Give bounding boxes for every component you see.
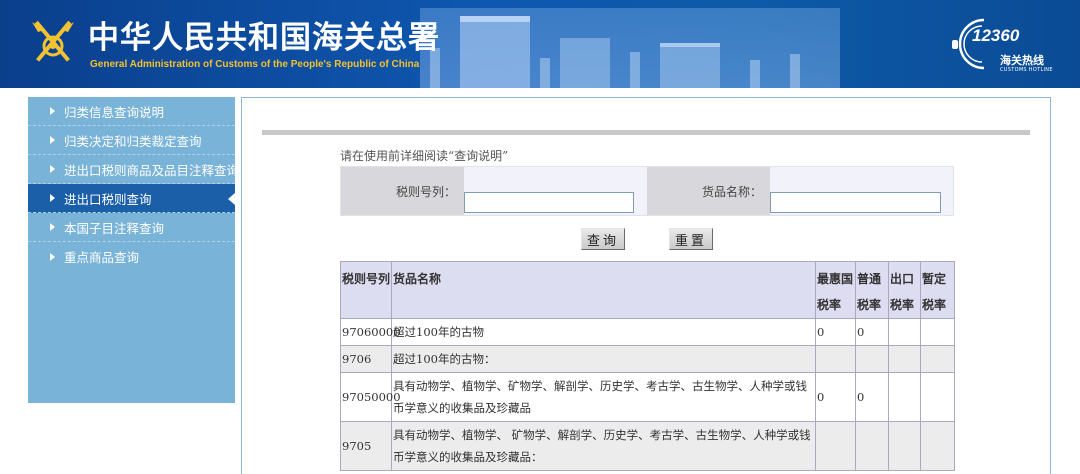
column-header-general-rate: 普通 税率 — [855, 261, 889, 319]
cell-export-rate — [888, 372, 921, 422]
cell-provisional-rate — [920, 421, 955, 471]
cell-general-rate — [855, 421, 889, 471]
column-header-export-rate: 出口 税率 — [888, 261, 921, 319]
cell-export-rate — [888, 421, 921, 471]
building-banner — [420, 8, 840, 88]
cell-provisional-rate — [920, 318, 955, 346]
table-row: 9706 超过100年的古物： — [340, 345, 955, 373]
arrow-right-icon — [50, 223, 55, 231]
arrow-right-icon — [50, 136, 55, 144]
sidebar-item-tariff-query[interactable]: 进出口税则查询 — [28, 184, 235, 213]
sidebar-item-label: 进出口税则查询 — [64, 191, 152, 207]
sidebar-item-label: 本国子目注释查询 — [64, 220, 165, 236]
cell-name: 超过100年的古物 — [391, 318, 816, 346]
cell-code: 9706 — [340, 345, 392, 373]
column-header-provisional-rate: 暂定 税率 — [920, 261, 955, 319]
divider — [262, 130, 1030, 135]
cell-mfn-rate: 0 — [815, 318, 856, 346]
column-header-code: 税则号列 — [340, 261, 392, 319]
site-title-en: General Administration of Customs of the… — [90, 59, 420, 70]
arrow-right-icon — [50, 194, 55, 202]
cell-mfn-rate — [815, 345, 856, 373]
arrow-right-icon — [50, 165, 55, 173]
customs-emblem-icon — [32, 20, 74, 62]
cell-code: 9705 — [340, 421, 392, 471]
sidebar-item-label: 归类信息查询说明 — [64, 104, 165, 120]
goods-name-input[interactable] — [770, 192, 941, 213]
cell-mfn-rate — [815, 421, 856, 471]
site-header: 中华人民共和国海关总署 General Administration of Cu… — [0, 0, 1080, 88]
cell-name: 超过100年的古物： — [391, 345, 816, 373]
table-row: 97060000 超过100年的古物 0 0 — [340, 318, 955, 346]
reset-button[interactable]: 重置 — [669, 228, 713, 250]
column-header-mfn-rate: 最惠国 税率 — [815, 261, 856, 319]
cell-general-rate: 0 — [855, 372, 889, 422]
arrow-right-icon — [50, 107, 55, 115]
cell-mfn-rate: 0 — [815, 372, 856, 422]
arrow-right-icon — [50, 252, 55, 261]
site-title: 中华人民共和国海关总署 — [88, 20, 440, 56]
main-panel: 请在使用前详细阅读“查询说明” 税则号列： 货品名称： 查询 重置 税则号列 货… — [241, 97, 1051, 474]
sidebar-nav: 归类信息查询说明 归类决定和归类裁定查询 进出口税则商品及品目注释查询 进出口税… — [28, 97, 235, 403]
hotline-number: 12360 — [972, 26, 1020, 45]
table-header-row: 税则号列 货品名称 最惠国 税率 普通 税率 出口 税率 暂定 税率 — [340, 261, 955, 319]
sidebar-item-subheading-notes[interactable]: 本国子目注释查询 — [28, 213, 235, 242]
tariff-results-table: 税则号列 货品名称 最惠国 税率 普通 税率 出口 税率 暂定 税率 97060000 … — [340, 261, 955, 471]
table-row: 9705 具有动物学、植物学、 矿物学、解剖学、历史学、考古学、古生物学、人种学… — [340, 421, 955, 471]
cell-name: 具有动物学、植物学、矿物学、解剖学、历史学、考古学、古生物学、人种学或钱币学意义… — [391, 372, 816, 422]
sidebar-item-label: 进出口税则商品及品目注释查询 — [64, 162, 235, 178]
tariff-code-input[interactable] — [464, 192, 634, 213]
sidebar-item-key-goods[interactable]: 重点商品查询 — [28, 242, 235, 271]
cell-export-rate — [888, 318, 921, 346]
table-row: 97050000 具有动物学、植物学、矿物学、解剖学、历史学、考古学、古生物学、… — [340, 372, 955, 422]
cell-code: 97050000 — [340, 372, 401, 422]
cell-general-rate — [855, 345, 889, 373]
hotline-label: 海关热线 — [1000, 54, 1044, 67]
sidebar-item-label: 归类决定和归类裁定查询 — [64, 133, 202, 149]
tariff-code-label: 税则号列： — [341, 167, 464, 215]
instruction-text: 请在使用前详细阅读“查询说明” — [340, 149, 509, 163]
sidebar-item-classification-guide[interactable]: 归类信息查询说明 — [28, 97, 235, 126]
query-button[interactable]: 查询 — [581, 228, 625, 250]
column-header-name: 货品名称 — [391, 261, 816, 319]
cell-provisional-rate — [920, 372, 955, 422]
sidebar-item-label: 重点商品查询 — [64, 250, 140, 265]
search-form: 税则号列： 货品名称： — [340, 166, 954, 216]
cell-provisional-rate — [920, 345, 955, 373]
cell-code: 97060000 — [340, 318, 401, 346]
goods-name-label: 货品名称： — [647, 167, 770, 215]
sidebar-item-classification-rulings[interactable]: 归类决定和归类裁定查询 — [28, 126, 235, 155]
cell-name: 具有动物学、植物学、 矿物学、解剖学、历史学、考古学、古生物学、人种学或钱币学意… — [391, 421, 816, 471]
cell-export-rate — [888, 345, 921, 373]
hotline-label-en: CUSTOMS HOTLINE — [1000, 67, 1053, 73]
cell-general-rate: 0 — [855, 318, 889, 346]
sidebar-item-tariff-notes[interactable]: 进出口税则商品及品目注释查询 — [28, 155, 235, 184]
